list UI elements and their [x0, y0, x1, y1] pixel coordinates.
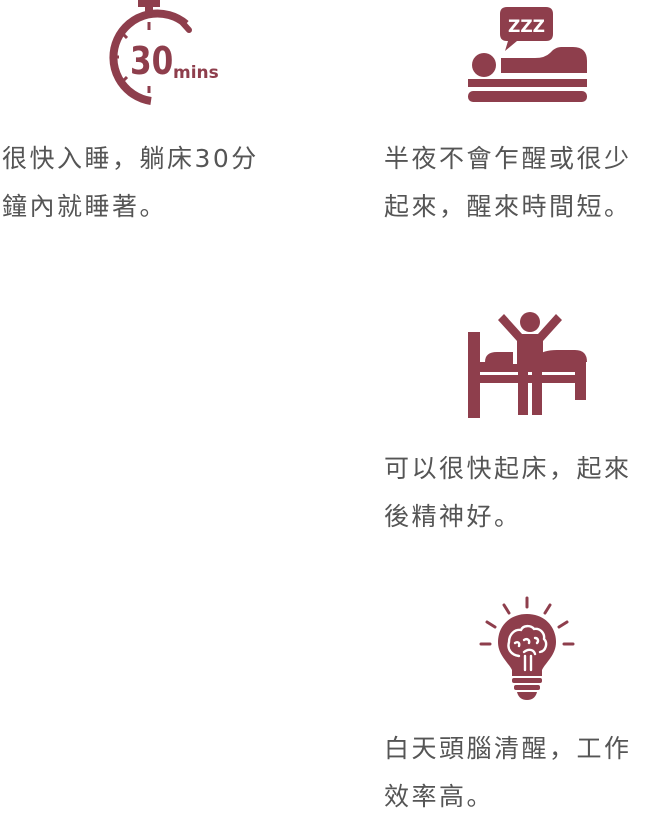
item-text-daytime-clarity: 白天頭腦清醒，工作 效率高。	[384, 725, 632, 821]
item-line: 後精神好。	[384, 502, 522, 531]
brain-lightbulb-icon	[479, 596, 575, 700]
item-line: 效率高。	[384, 782, 495, 811]
item-line: 白天頭腦清醒，工作	[384, 734, 632, 763]
item-line: 起來，醒來時間短。	[384, 192, 632, 221]
item-line: 半夜不會乍醒或很少	[384, 144, 632, 173]
person-waking-up-bed-icon	[468, 312, 587, 418]
stopwatch-number: 30	[130, 40, 173, 84]
stopwatch-unit: mins	[173, 63, 219, 83]
item-line: 可以很快起床，起來	[384, 454, 632, 483]
item-line: 很快入睡，躺床30分	[2, 144, 259, 173]
zzz-text: ZZZ	[508, 17, 545, 37]
stopwatch-30-mins-icon: 30 mins	[109, 0, 219, 105]
item-text-night-waking: 半夜不會乍醒或很少 起來，醒來時間短。	[384, 135, 632, 231]
item-text-fall-asleep: 很快入睡，躺床30分 鐘內就睡著。	[2, 135, 259, 231]
item-text-wake-up: 可以很快起床，起來 後精神好。	[384, 445, 632, 541]
item-line: 鐘內就睡著。	[2, 192, 168, 221]
sleeping-in-bed-zzz-icon: ZZZ	[468, 7, 587, 102]
